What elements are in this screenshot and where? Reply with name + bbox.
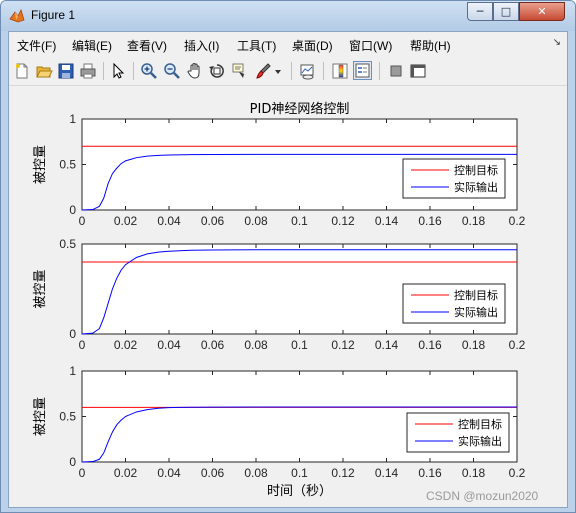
new-figure-icon[interactable] [13, 62, 31, 80]
y-tick-label: 0.5 [59, 158, 76, 172]
legend-entry-label: 实际输出 [454, 180, 498, 194]
maximize-button[interactable]: □ [493, 2, 519, 21]
y-tick-label: 0.5 [59, 237, 76, 251]
y-tick-label: 0 [69, 203, 76, 217]
x-tick-label: 0.1 [291, 214, 308, 228]
x-tick-label: 0.14 [375, 214, 399, 228]
y-axis-label: 被控量 [33, 397, 48, 436]
zoom-in-icon[interactable] [140, 62, 158, 80]
x-tick-label: 0.04 [157, 466, 181, 480]
brush-icon[interactable] [254, 62, 272, 80]
y-tick-label: 0 [69, 327, 76, 341]
x-tick-label: 0.08 [244, 466, 268, 480]
matlab-app-icon [9, 8, 25, 23]
menu-desktop[interactable]: 桌面(D) [292, 37, 333, 54]
x-tick-label: 0.06 [201, 466, 225, 480]
show-plot-tools-icon[interactable] [409, 62, 427, 80]
x-tick-label: 0.08 [244, 214, 268, 228]
subplots-svg: 0 0.02 0.04 0.06 0.08 0.1 0.12 0.14 0.16 0.18 0.2 0… [33, 101, 526, 499]
menu-bar: 文件(F) 编辑(E) 查看(V) 插入(I) 工具(T) 桌面(D) 窗口(W… [9, 32, 567, 57]
menu-help[interactable]: 帮助(H) [410, 37, 451, 54]
menu-view[interactable]: 查看(V) [127, 37, 167, 54]
rotate-3d-icon[interactable] [208, 62, 226, 80]
y-tick-label: 1 [69, 112, 76, 126]
y-axis-label: 被控量 [33, 269, 48, 308]
y-axis-label: 被控量 [33, 145, 48, 184]
x-tick-label: 0.2 [509, 466, 526, 480]
x-tick-label: 0.02 [114, 466, 138, 480]
x-tick-label: 0.06 [201, 214, 225, 228]
figure-window: Figure 1 ─ □ ✕ 文件(F) 编辑(E) 查看(V) 插入(I) 工… [0, 0, 576, 513]
brush-dropdown-icon[interactable] [274, 62, 282, 80]
x-tick-label: 0.14 [375, 466, 399, 480]
legend-entry-label: 实际输出 [454, 305, 498, 319]
x-tick-label: 0 [79, 338, 86, 352]
x-tick-label: 0.16 [418, 466, 442, 480]
x-tick-label: 0.16 [418, 214, 442, 228]
x-tick-label: 0.14 [375, 338, 399, 352]
pan-hand-icon[interactable] [186, 62, 204, 80]
legend-entry-label: 控制目标 [454, 288, 498, 302]
toolbar-separator [133, 62, 134, 80]
save-icon[interactable] [57, 62, 75, 80]
figure-toolbar [9, 57, 567, 86]
hide-plot-tools-icon[interactable] [387, 62, 405, 80]
x-tick-label: 0 [79, 214, 86, 228]
y-tick-label: 0.5 [59, 410, 76, 424]
legend-entry-label: 控制目标 [454, 163, 498, 177]
select-arrow-icon[interactable] [109, 62, 127, 80]
minimize-button[interactable]: ─ [467, 2, 493, 21]
y-tick-label: 1 [69, 364, 76, 378]
legend-entry-label: 控制目标 [458, 417, 502, 431]
zoom-out-icon[interactable] [163, 62, 181, 80]
x-tick-label: 0.2 [509, 214, 526, 228]
data-cursor-icon[interactable] [231, 62, 249, 80]
title-bar[interactable]: Figure 1 ─ □ ✕ [1, 1, 575, 31]
menu-tools[interactable]: 工具(T) [237, 37, 276, 54]
open-file-icon[interactable] [35, 62, 53, 80]
menu-insert[interactable]: 插入(I) [184, 37, 219, 54]
x-tick-label: 0.02 [114, 338, 138, 352]
colorbar-icon[interactable] [331, 62, 349, 80]
x-tick-label: 0.12 [331, 214, 355, 228]
x-tick-label: 0.12 [331, 466, 355, 480]
x-tick-label: 0.2 [509, 338, 526, 352]
x-tick-label: 0.08 [244, 338, 268, 352]
window-title: Figure 1 [31, 8, 76, 22]
print-icon[interactable] [79, 62, 97, 80]
x-axis-label: 时间（秒） [267, 484, 332, 499]
menu-window[interactable]: 窗口(W) [349, 37, 392, 54]
figure-client-area: 文件(F) 编辑(E) 查看(V) 插入(I) 工具(T) 桌面(D) 窗口(W… [8, 31, 568, 508]
y-tick-label: 0 [69, 455, 76, 469]
menu-file[interactable]: 文件(F) [17, 37, 56, 54]
x-tick-label: 0.04 [157, 214, 181, 228]
menu-overflow-icon[interactable]: ↘ [553, 37, 561, 48]
legend-entry-label: 实际输出 [458, 434, 502, 448]
toolbar-separator [323, 62, 324, 80]
x-tick-label: 0.18 [462, 214, 486, 228]
toolbar-separator [291, 62, 292, 80]
x-tick-label: 0.18 [462, 338, 486, 352]
x-tick-label: 0.18 [462, 466, 486, 480]
close-button[interactable]: ✕ [519, 2, 565, 21]
x-tick-label: 0.06 [201, 338, 225, 352]
figure-canvas: 0 0.02 0.04 0.06 0.08 0.1 0.12 0.14 0.16 0.18 0.2 0… [9, 86, 567, 507]
x-tick-label: 0.02 [114, 214, 138, 228]
x-tick-label: 0.04 [157, 338, 181, 352]
legend-icon[interactable] [353, 61, 372, 80]
toolbar-separator [103, 62, 104, 80]
x-tick-label: 0.12 [331, 338, 355, 352]
x-tick-label: 0 [79, 466, 86, 480]
plot-title: PID神经网络控制 [250, 101, 350, 117]
watermark-text: CSDN @mozun2020 [426, 489, 539, 503]
toolbar-separator [379, 62, 380, 80]
link-plot-icon[interactable] [299, 62, 317, 80]
menu-edit[interactable]: 编辑(E) [72, 37, 112, 54]
x-tick-label: 0.1 [291, 466, 308, 480]
x-tick-label: 0.16 [418, 338, 442, 352]
x-tick-label: 0.1 [291, 338, 308, 352]
